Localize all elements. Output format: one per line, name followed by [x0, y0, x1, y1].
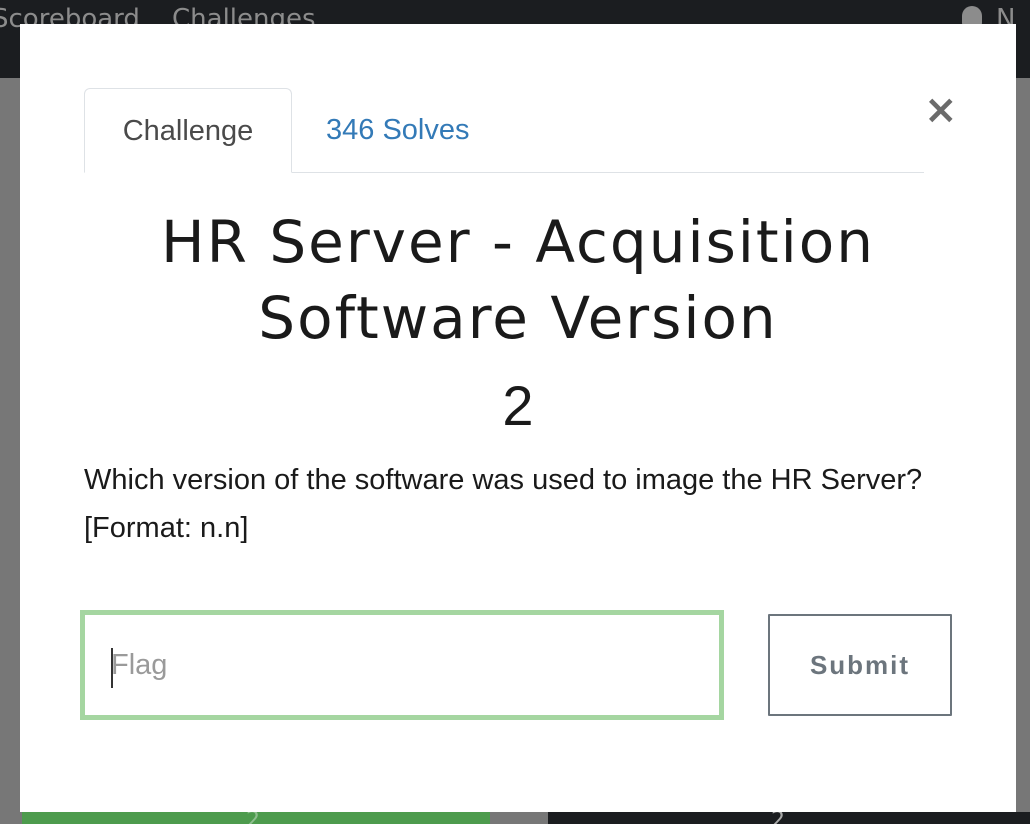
challenge-value: 2 — [502, 374, 534, 437]
tab-solves[interactable]: 346 Solves — [326, 88, 470, 172]
modal-tabs: Challenge 346 Solves — [84, 88, 924, 173]
challenge-title: HR Server - Acquisition Software Version — [160, 208, 876, 352]
flag-input[interactable] — [80, 610, 724, 720]
bell-icon — [962, 6, 982, 26]
submit-button[interactable]: Submit — [768, 614, 952, 716]
background-card-unsolved — [548, 812, 1030, 824]
close-button[interactable]: × — [924, 90, 958, 130]
tab-challenge[interactable]: Challenge — [84, 88, 292, 173]
challenge-description: Which version of the software was used t… — [84, 464, 923, 544]
text-cursor — [111, 648, 113, 688]
challenge-modal: Challenge 346 Solves × HR Server - Acqui… — [20, 24, 1016, 812]
